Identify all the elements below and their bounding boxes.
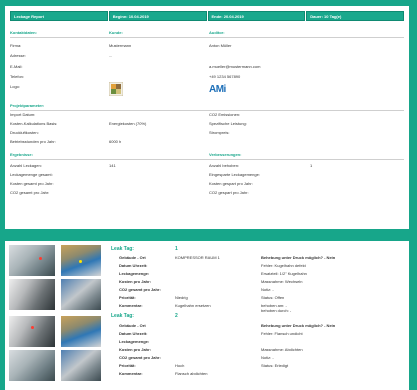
leak-tag-label: Leak Tag: <box>111 246 134 252</box>
contact-label: Telefon: <box>10 74 25 79</box>
project-label: Betriebsstunden pro Jahr: <box>10 139 56 144</box>
marker-icon <box>31 326 34 329</box>
leak-label: Kommentar: <box>119 371 143 376</box>
report-duration: Dauer: 10 Tag(e) <box>306 11 404 21</box>
project-label: Kosten-Kalkulations Basis: <box>10 121 58 126</box>
results-label: CO2 gesamt pro Jahr: <box>10 190 50 195</box>
customer-logo-image <box>109 82 123 96</box>
section-divider <box>10 37 404 38</box>
leak-thermal-photo <box>61 316 101 347</box>
improvements-label: Kosten gespart pro Jahr: <box>209 181 253 186</box>
marker-icon <box>39 257 42 260</box>
leak-value: KOMPRESSOR RAUM 1 <box>175 255 220 260</box>
leak-detail: Massnahme: Abdichten <box>261 347 303 352</box>
leak-value: Kugelhahn ersetzen <box>175 303 211 308</box>
improvements-label: CO2 gespart pro Jahr: <box>209 190 249 195</box>
leak-label: Leckagemenge: <box>119 339 150 344</box>
leak-label: Priorität: <box>119 363 136 368</box>
leak-detail: Behebung unter Druck möglich? - Nein <box>261 323 336 328</box>
leak-thermal-photo <box>61 279 101 310</box>
leak-thermal-photo <box>61 350 101 381</box>
contact-label: E-Mail: <box>10 64 23 69</box>
report-end: Ende: 20.04.2019 <box>207 11 306 21</box>
auditor-value: Anton Müller <box>209 43 232 48</box>
leak-photo <box>9 279 55 310</box>
project-label: Spezifische Leistung: <box>209 121 247 126</box>
section-divider <box>10 159 404 160</box>
leak-thermal-photo <box>61 245 101 276</box>
leak-value: Niedrig <box>175 295 188 300</box>
auditor-logo: AMi <box>209 84 226 95</box>
leak-label: Datum Uhrzeit: <box>119 263 148 268</box>
results-value: 141 <box>109 163 116 168</box>
leak-label: CO2 gesamt pro Jahr: <box>119 287 161 292</box>
customer-value: ... <box>109 53 113 58</box>
project-heading: Projektparameter: <box>10 103 45 108</box>
leak-detail: Ersatzteil: 1/2" Kugelhahn <box>261 271 307 276</box>
leak-label: Gebäude - Ort <box>119 323 146 328</box>
leak-detail-page: Leak Tag: 1 Gebäude - Ort Datum Uhrzeit:… <box>5 241 409 390</box>
marker-icon <box>79 260 82 263</box>
leak-tag-label: Leak Tag: <box>111 313 134 319</box>
auditor-value: +49 1234 567890 <box>209 74 241 79</box>
contact-label: Adresse: <box>10 53 26 58</box>
leak-label: Kosten pro Jahr: <box>119 279 152 284</box>
customer-value: Mustermann <box>109 43 132 48</box>
leak-label: Leckagemenge: <box>119 271 150 276</box>
report-summary-page: Leckage Report Beginn: 10.04.2019 Ende: … <box>5 6 409 229</box>
leak-label: Priorität: <box>119 295 136 300</box>
leak-label: Kosten pro Jahr: <box>119 347 152 352</box>
auditor-heading: Auditor: <box>209 30 225 35</box>
leak-value: Flansch abdichten <box>175 371 208 376</box>
project-label: Druckluftkosten: <box>10 130 39 135</box>
report-start: Beginn: 10.04.2019 <box>108 11 207 21</box>
leak-label: Kommentar: <box>119 303 143 308</box>
project-label: Strompreis: <box>209 130 230 135</box>
report-header: Leckage Report Beginn: 10.04.2019 Ende: … <box>10 11 404 21</box>
report-title: Leckage Report <box>10 11 108 21</box>
improvements-label: Eingesparte Leckagemenge: <box>209 172 260 177</box>
leak-value: Hoch <box>175 363 185 368</box>
improvements-heading: Verbesserungen: <box>209 152 242 157</box>
leak-tag-value: 2 <box>175 313 178 319</box>
project-value: Energiekosten (70%) <box>109 121 147 126</box>
section-divider <box>10 110 404 111</box>
leak-detail: Notiz: - <box>261 287 274 292</box>
leak-detail: Fehler: Kugelhahn defekt <box>261 263 306 268</box>
leak-photo <box>9 350 55 381</box>
results-label: Leckagemenge gesamt: <box>10 172 53 177</box>
improvements-label: Anzahl behoben: <box>209 163 240 168</box>
results-label: Kosten gesamt pro Jahr: <box>10 181 54 186</box>
leak-detail: behoben durch: - <box>261 308 292 313</box>
project-label: Import Datum: <box>10 112 36 117</box>
leak-detail: Status: Offen <box>261 295 285 300</box>
leak-photo <box>9 316 55 347</box>
project-value: 6000 h <box>109 139 122 144</box>
leak-label: CO2 gesamt pro Jahr: <box>119 355 161 360</box>
leak-detail: Behebung unter Druck möglich? - Nein <box>261 255 336 260</box>
leak-label: Gebäude - Ort <box>119 255 146 260</box>
leak-detail: Notiz: - <box>261 355 274 360</box>
contact-label: Firma: <box>10 43 22 48</box>
auditor-value: a.mueller@mustermann.com <box>209 64 261 69</box>
results-label: Anzahl Leckagen: <box>10 163 42 168</box>
contact-label: Logo: <box>10 84 21 89</box>
contact-heading: Kontaktdaten: <box>10 30 37 35</box>
results-heading: Ergebnisse: <box>10 152 33 157</box>
customer-heading: Kunde: <box>109 30 123 35</box>
leak-tag-value: 1 <box>175 246 178 252</box>
improvements-value: 1 <box>310 163 313 168</box>
leak-detail: Fehler: Flansch undicht <box>261 331 303 336</box>
leak-detail: Status: Erledigt <box>261 363 289 368</box>
project-label: CO2 Emissionen: <box>209 112 241 117</box>
leak-photo <box>9 245 55 276</box>
leak-label: Datum Uhrzeit: <box>119 331 148 336</box>
leak-detail: Massnahme: Wechseln <box>261 279 303 284</box>
